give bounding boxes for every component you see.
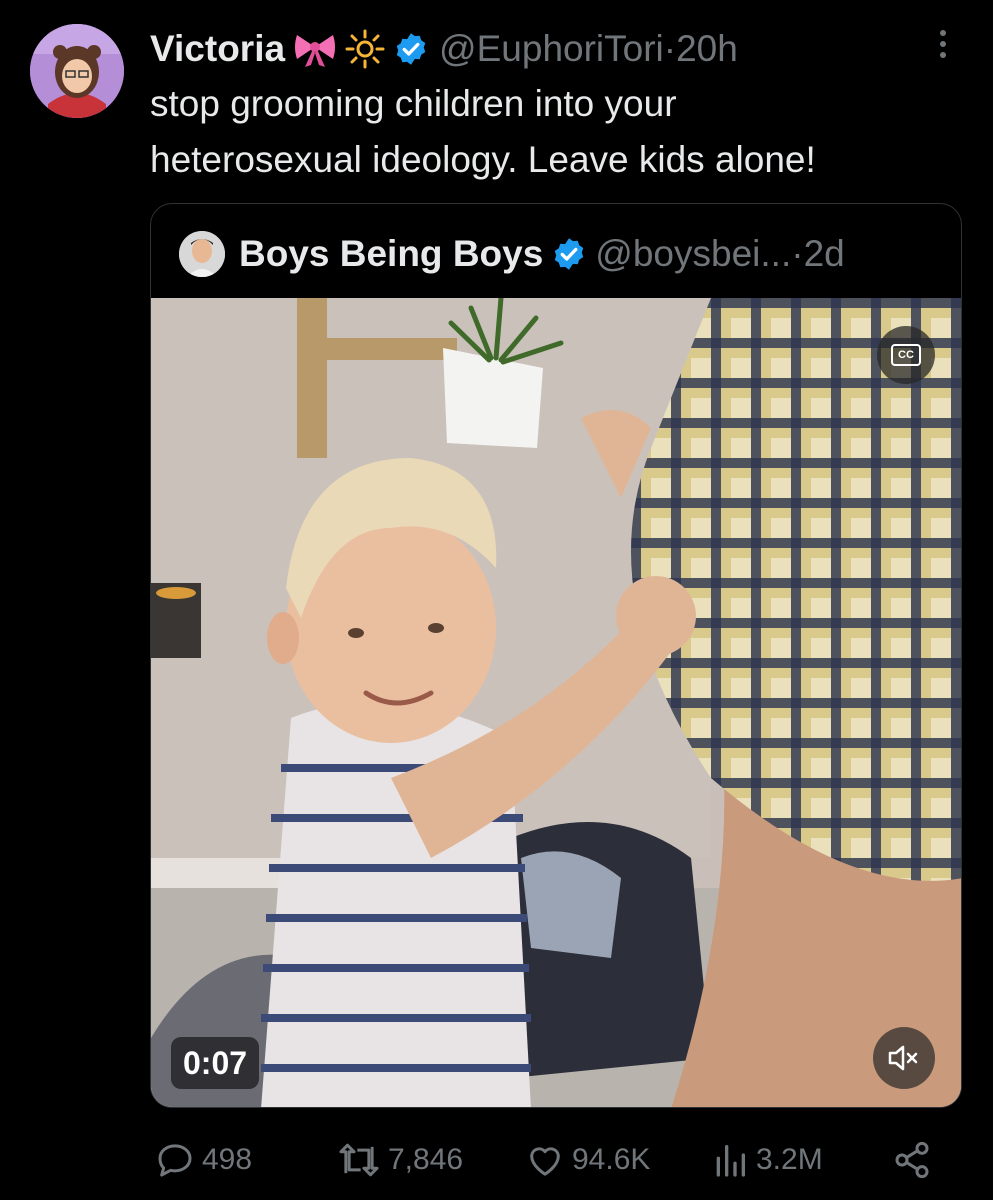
captions-button[interactable]: CC [877,326,935,384]
repost-icon [339,1143,379,1177]
share-button[interactable] [892,1130,938,1190]
quoted-time-separator: · [791,233,804,274]
sun-emoji-icon [345,29,385,69]
repost-count: 7,846 [388,1143,464,1176]
share-icon [895,1141,929,1179]
author-avatar[interactable] [30,24,124,118]
quoted-author-handle[interactable]: @boysbei... [595,233,791,275]
muted-speaker-icon [888,1045,918,1071]
quoted-tweet-header: Boys Being Boys @boysbei... · 2d [179,226,959,282]
views-button[interactable]: 3.2M [710,1130,823,1190]
views-count: 3.2M [756,1143,823,1176]
reply-icon [158,1144,192,1177]
quoted-author-name[interactable]: Boys Being Boys [239,233,543,275]
mute-button[interactable] [873,1027,935,1089]
like-button[interactable]: 94.6K [524,1130,650,1190]
quoted-author-avatar[interactable] [179,231,225,277]
tweet-time[interactable]: 20h [676,22,738,76]
more-dots-icon[interactable] [930,26,956,62]
time-separator: · [663,28,677,69]
tweet-text: stop grooming children into your heteros… [150,83,816,180]
author-name[interactable]: Victoria [150,22,285,76]
heart-icon [530,1147,560,1176]
ribbon-emoji-icon [293,29,337,69]
like-count: 94.6K [572,1143,651,1176]
tweet-actions: 498 7,846 94.6K 3.2M [150,1130,950,1190]
verified-badge-icon [551,236,587,272]
tweet-header: Victoria @EuphoriTori · 20h [150,22,950,76]
repost-button[interactable]: 7,846 [336,1130,463,1190]
reply-button[interactable]: 498 [154,1130,252,1190]
video-frame [151,298,961,1107]
author-handle[interactable]: @EuphoriTori [439,22,664,76]
reply-count: 498 [202,1143,253,1176]
quoted-tweet-time[interactable]: 2d [804,233,845,275]
video-player[interactable]: CC 0:07 [151,298,961,1107]
views-icon [716,1145,745,1177]
quoted-tweet[interactable]: Boys Being Boys @boysbei... · 2d CC 0:07 [150,203,962,1108]
verified-badge-icon [393,31,429,67]
cc-icon: CC [891,344,921,366]
video-timestamp: 0:07 [171,1037,260,1089]
